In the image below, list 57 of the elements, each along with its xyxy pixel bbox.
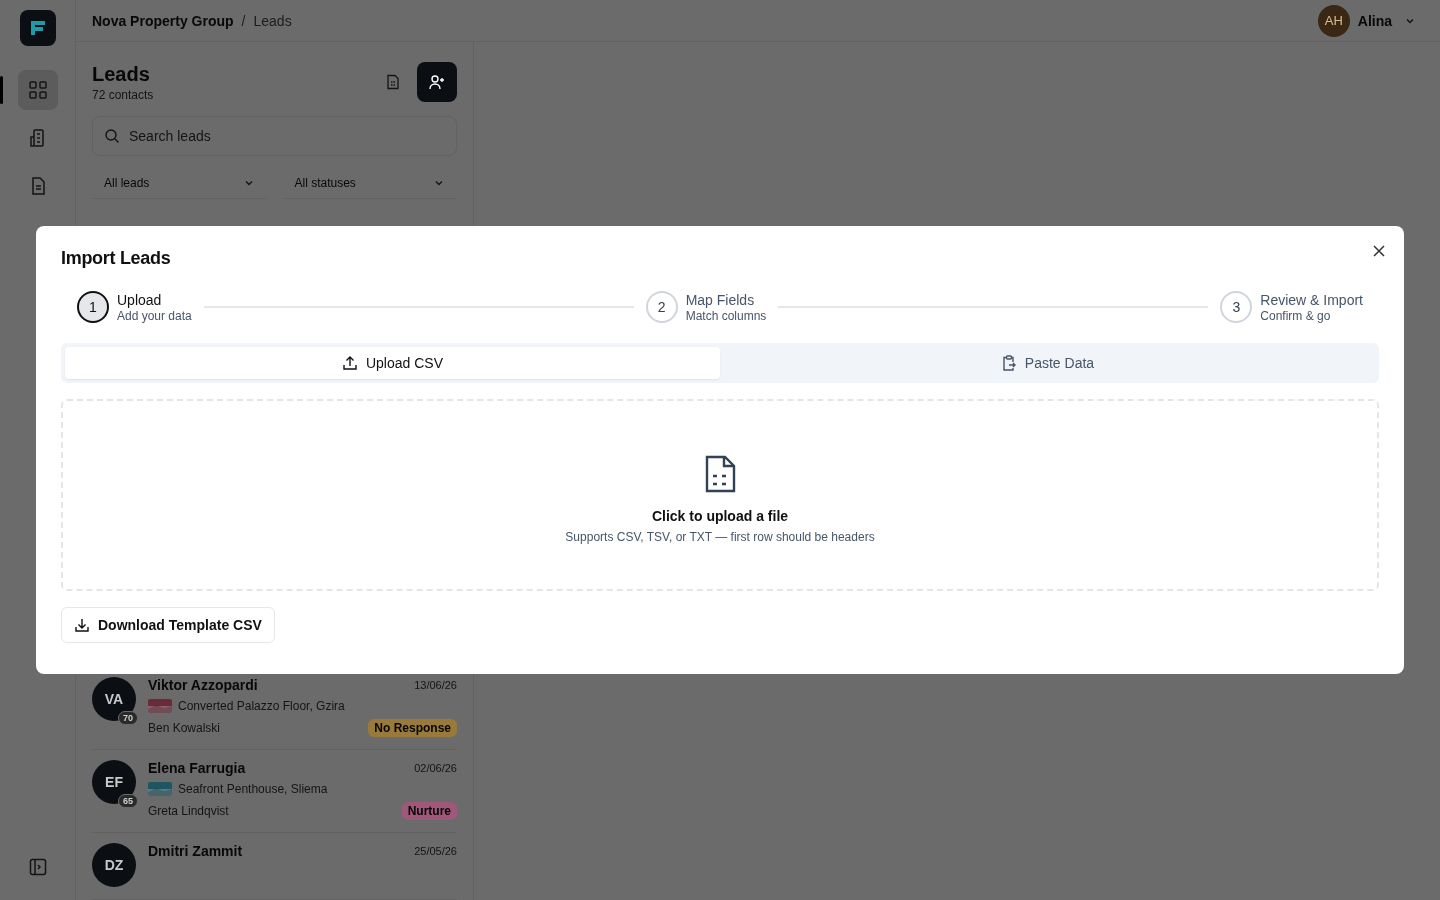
- close-button[interactable]: [1372, 244, 1386, 258]
- file-dropzone[interactable]: Click to upload a file Supports CSV, TSV, or TXT — first row should be headers: [61, 399, 1379, 591]
- user-avatar: AH: [1317, 4, 1350, 37]
- add-user-icon: [428, 73, 446, 91]
- lead-date: 02/06/26: [414, 762, 457, 774]
- step-number: 2: [645, 291, 678, 323]
- status-badge: No Response: [368, 719, 457, 737]
- spreadsheet-file-icon: [703, 454, 737, 494]
- step-subtitle: Add your data: [117, 308, 192, 323]
- step-subtitle: Confirm & go: [1260, 308, 1332, 323]
- contact-count: 72 contacts: [92, 87, 154, 102]
- lead-name: Elena Farrugia: [148, 760, 246, 776]
- search-field[interactable]: Search leads: [92, 116, 457, 156]
- score-badge: 65: [118, 794, 138, 808]
- step-title: Map Fields: [685, 291, 756, 308]
- page-title: Leads: [92, 62, 151, 86]
- tab[interactable]: Upload CSV: [65, 347, 720, 379]
- step-number: 1: [77, 291, 109, 323]
- dropzone-title: Click to upload a file: [651, 508, 789, 524]
- user-name: Alina: [1357, 12, 1392, 29]
- add-lead-button[interactable]: [417, 62, 457, 102]
- lead-name: Dmitri Zammit: [148, 843, 243, 859]
- breadcrumb-separator: /: [241, 12, 246, 29]
- download-icon: [74, 617, 90, 633]
- lead-date: 25/05/26: [414, 845, 457, 857]
- agent-name: Ben Kowalski: [148, 721, 221, 735]
- status-badge: Nurture: [401, 802, 457, 820]
- lead-avatar: DZ: [92, 843, 136, 887]
- step-subtitle: Match columns: [685, 308, 767, 323]
- upload-icon: [341, 355, 358, 371]
- user-menu[interactable]: AH Alina: [1317, 4, 1416, 37]
- tab[interactable]: Paste Data: [720, 347, 1375, 379]
- grid-icon: [27, 80, 48, 100]
- lead-date: 13/06/26: [414, 679, 457, 691]
- score-badge: 70: [118, 711, 138, 725]
- sidebar-toggle-icon[interactable]: [28, 858, 47, 876]
- app-logo[interactable]: [19, 10, 56, 46]
- breadcrumb-link[interactable]: Nova Property Group: [92, 12, 234, 29]
- clipboard-icon: [1000, 355, 1017, 371]
- download-template-button[interactable]: Download Template CSV: [61, 607, 275, 643]
- filter-dropdown[interactable]: All leads: [92, 168, 267, 199]
- lead-name: Viktor Azzopardi: [148, 677, 258, 693]
- close-icon: [1372, 244, 1386, 258]
- property-name: Converted Palazzo Floor, Gzira: [178, 699, 345, 713]
- lead-row[interactable]: EF 65 Elena Farrugia 02/06/26 Seafront Penthouse, Sliema Greta Lindqvist Nurture: [92, 750, 457, 833]
- breadcrumb-current: Leads: [253, 12, 292, 29]
- import-file-icon[interactable]: [385, 74, 401, 90]
- agent-name: Greta Lindqvist: [148, 804, 229, 818]
- step-title: Review & Import: [1260, 291, 1363, 308]
- property-name: Seafront Penthouse, Sliema: [178, 782, 328, 796]
- lead-row[interactable]: DZ Dmitri Zammit 25/05/26: [92, 833, 457, 900]
- filter-dropdown[interactable]: All statuses: [282, 168, 457, 199]
- step-number: 3: [1220, 291, 1253, 323]
- dropzone-hint: Supports CSV, TSV, or TXT — first row should be headers: [565, 530, 875, 544]
- search-icon: [104, 128, 120, 144]
- dialog-title: Import Leads: [61, 248, 172, 269]
- step-title: Upload: [117, 291, 163, 308]
